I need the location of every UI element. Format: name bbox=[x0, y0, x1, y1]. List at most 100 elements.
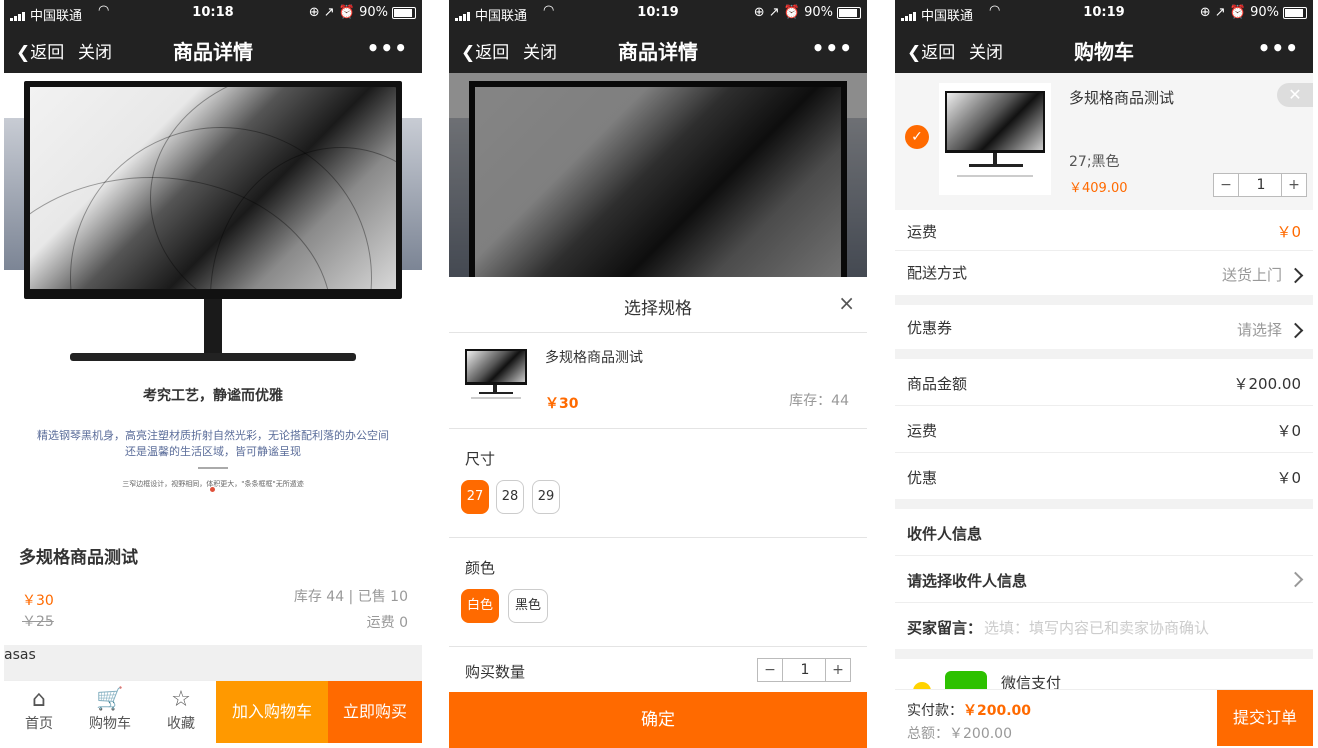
original-price: ￥25 bbox=[22, 614, 54, 630]
cart-item: ✓ 多规格商品测试 27;黑色 ￥409.00 ✕ − 1 + bbox=[895, 73, 1313, 210]
tab-cart-label: 购物车 bbox=[89, 716, 131, 732]
decrease-button[interactable]: − bbox=[1214, 174, 1239, 196]
paid-label: 实付款： bbox=[907, 703, 963, 719]
carousel-indicator[interactable] bbox=[210, 487, 215, 492]
receiver-chevron bbox=[1282, 570, 1304, 588]
quantity-stepper: − 1 + bbox=[757, 658, 851, 682]
banner-desc-line1: 精选钢琴黑机身，高亮注塑材质折射自然光彩，无论搭配利落的办公空间 bbox=[37, 429, 389, 442]
tab-home-label: 首页 bbox=[25, 716, 53, 732]
product-price: ￥30 bbox=[545, 396, 579, 412]
freight-row: 运费 ￥0 bbox=[895, 210, 1313, 251]
status-right: ⊕ ↗ ⏰ 90% bbox=[754, 5, 833, 20]
total-amount: 总额：￥200.00 bbox=[907, 723, 1012, 743]
goods-amount-label: 商品金额 bbox=[907, 375, 968, 393]
stock-sold: 库存 44 | 已售 10 bbox=[293, 589, 408, 605]
more-button[interactable]: ••• bbox=[812, 36, 853, 60]
battery-icon bbox=[392, 7, 416, 19]
page-title: 商品详情 bbox=[618, 40, 698, 64]
tab-favorite-label: 收藏 bbox=[167, 716, 195, 732]
product-thumbnail bbox=[939, 83, 1051, 195]
increase-button[interactable]: + bbox=[825, 659, 850, 681]
coupon-value: 请选择 bbox=[1236, 319, 1304, 340]
buy-now-button[interactable]: 立即购买 bbox=[328, 681, 422, 743]
monitor-base bbox=[70, 353, 356, 361]
decrease-button[interactable]: − bbox=[758, 659, 783, 681]
color-option-white[interactable]: 白色 bbox=[461, 589, 499, 623]
chevron-right-icon bbox=[1287, 322, 1304, 339]
tab-home[interactable]: ⌂ 首页 bbox=[9, 687, 69, 733]
home-icon: ⌂ bbox=[32, 687, 46, 712]
receiver-select-label: 请选择收件人信息 bbox=[907, 572, 1028, 590]
more-button[interactable]: ••• bbox=[1258, 36, 1299, 60]
product-detail-screen: 中国联通 ◠ 10:18 ⊕ ↗ ⏰ 90% ❮返回 关闭 商品详情 ••• 考… bbox=[4, 0, 422, 748]
goods-amount-row: 商品金额 ￥200.00 bbox=[895, 359, 1313, 406]
battery-icon bbox=[837, 7, 861, 19]
message-input[interactable]: 选填：填写内容已和卖家协商确认 bbox=[984, 617, 1209, 638]
goods-amount-value: ￥200.00 bbox=[1233, 375, 1302, 393]
nav-bar: ❮返回 关闭 购物车 ••• bbox=[895, 26, 1313, 73]
product-price: ￥30 bbox=[22, 593, 54, 609]
receiver-select-row[interactable]: 请选择收件人信息 bbox=[895, 556, 1313, 603]
delivery-row[interactable]: 配送方式 送货上门 bbox=[895, 251, 1313, 295]
total-label: 总额： bbox=[907, 726, 949, 742]
status-icons: ⊕ ↗ ⏰ bbox=[753, 5, 800, 20]
star-icon: ☆ bbox=[171, 687, 191, 712]
increase-button[interactable]: + bbox=[1281, 174, 1306, 196]
size-option-27[interactable]: 27 bbox=[461, 480, 489, 514]
quantity-stepper: − 1 + bbox=[1213, 173, 1307, 197]
cart-screen: 中国联通 ◠ 10:19 ⊕ ↗ ⏰ 90% ❮返回 关闭 购物车 ••• ✓ … bbox=[895, 0, 1313, 748]
close-icon[interactable]: × bbox=[838, 291, 855, 315]
dimmed-overlay[interactable] bbox=[449, 73, 867, 277]
page-title: 商品详情 bbox=[173, 40, 253, 64]
remove-item-icon[interactable]: ✕ bbox=[1277, 83, 1313, 107]
status-bar: 中国联通 ◠ 10:19 ⊕ ↗ ⏰ 90% bbox=[895, 0, 1313, 26]
more-button[interactable]: ••• bbox=[367, 36, 408, 60]
bottom-action-bar: ⌂ 首页 🛒 购物车 ☆ 收藏 加入购物车 立即购买 bbox=[4, 680, 422, 743]
product-note: asas bbox=[4, 645, 422, 681]
quantity-value[interactable]: 1 bbox=[1239, 174, 1283, 196]
size-option-29[interactable]: 29 bbox=[532, 480, 560, 514]
discount-value: ￥0 bbox=[1276, 469, 1301, 487]
total-value: ￥200.00 bbox=[949, 726, 1012, 742]
delivery-value: 送货上门 bbox=[1221, 264, 1304, 285]
chevron-right-icon bbox=[1287, 267, 1304, 284]
nav-bar: ❮返回 关闭 商品详情 ••• bbox=[449, 26, 867, 73]
monitor-stand bbox=[204, 299, 222, 354]
cart-icon: 🛒 bbox=[96, 687, 124, 712]
check-icon[interactable]: ✓ bbox=[905, 125, 929, 149]
receiver-title-row: 收件人信息 bbox=[895, 509, 1313, 556]
status-bar: 中国联通 ◠ 10:18 ⊕ ↗ ⏰ 90% bbox=[4, 0, 422, 26]
discount-row: 优惠 ￥0 bbox=[895, 453, 1313, 499]
product-name: 多规格商品测试 bbox=[19, 548, 138, 568]
size-option-28[interactable]: 28 bbox=[496, 480, 524, 514]
spec-sheet: 选择规格 × 多规格商品测试 ￥30 库存：44 尺寸 27 28 29 颜色 … bbox=[449, 277, 867, 748]
add-to-cart-button[interactable]: 加入购物车 bbox=[216, 681, 328, 743]
tab-cart[interactable]: 🛒 购物车 bbox=[80, 687, 140, 733]
banner-desc-line2: 还是温馨的生活区域，皆可静谧呈现 bbox=[125, 445, 301, 458]
product-banner[interactable]: 考究工艺，静谧而优雅 精选钢琴黑机身，高亮注塑材质折射自然光彩，无论搭配利落的办… bbox=[4, 73, 422, 513]
delivery-text: 送货上门 bbox=[1221, 266, 1282, 284]
tab-favorite[interactable]: ☆ 收藏 bbox=[151, 687, 211, 733]
coupon-text: 请选择 bbox=[1236, 321, 1282, 339]
coupon-label: 优惠券 bbox=[907, 319, 953, 337]
confirm-button[interactable]: 确定 bbox=[449, 692, 867, 748]
monitor-image bbox=[24, 81, 402, 299]
status-icons: ⊕ ↗ ⏰ bbox=[308, 5, 355, 20]
color-option-black[interactable]: 黑色 bbox=[508, 589, 548, 623]
freight-label: 运费 bbox=[907, 223, 938, 241]
freight-summary-label: 运费 bbox=[907, 422, 938, 440]
item-price: ￥409.00 bbox=[1069, 181, 1128, 196]
stock-count: 库存：44 bbox=[789, 393, 849, 409]
coupon-row[interactable]: 优惠券 请选择 bbox=[895, 305, 1313, 349]
quantity-value[interactable]: 1 bbox=[783, 659, 827, 681]
divider bbox=[198, 467, 228, 469]
sheet-title: 选择规格 bbox=[624, 299, 692, 319]
submit-order-button[interactable]: 提交订单 bbox=[1217, 690, 1313, 746]
checkout-bar: 实付款： ￥200.00 总额：￥200.00 提交订单 bbox=[895, 689, 1313, 748]
battery-level: 90% bbox=[804, 5, 833, 20]
shipping-fee: 运费 0 bbox=[366, 615, 408, 631]
freight-summary-row: 运费 ￥0 bbox=[895, 406, 1313, 453]
freight-summary-value: ￥0 bbox=[1276, 422, 1301, 440]
delivery-label: 配送方式 bbox=[907, 264, 968, 282]
message-label: 买家留言： bbox=[907, 619, 983, 637]
